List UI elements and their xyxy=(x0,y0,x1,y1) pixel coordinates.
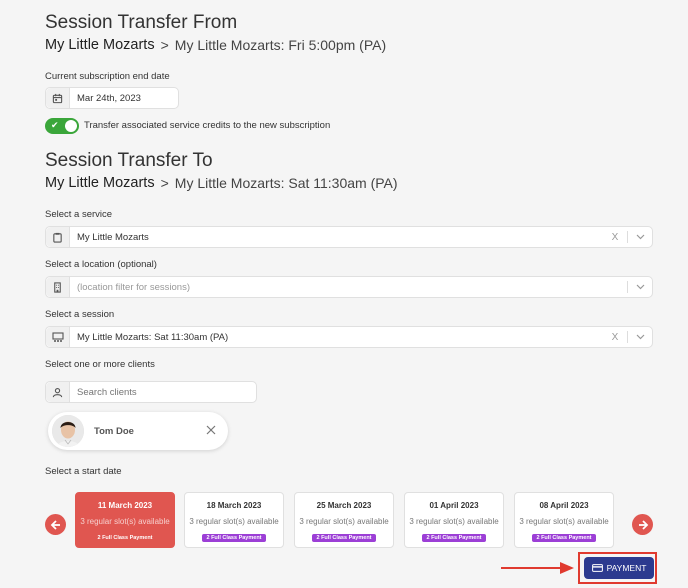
service-label: Select a service xyxy=(45,209,113,220)
chevron-down-icon[interactable] xyxy=(634,334,646,340)
payment-badge: 2 Full Class Payment xyxy=(97,535,153,541)
divider xyxy=(627,231,628,243)
from-session: My Little Mozarts: Fri 5:00pm (PA) xyxy=(174,37,387,53)
toggle-knob xyxy=(65,120,77,132)
to-session: My Little Mozarts: Sat 11:30am (PA) xyxy=(174,175,398,191)
client-name: Tom Doe xyxy=(94,425,134,437)
payment-badge: 2 Full Class Payment xyxy=(202,534,266,542)
date-card[interactable]: 08 April 2023 3 regular slot(s) availabl… xyxy=(514,492,614,548)
date-card-date: 08 April 2023 xyxy=(539,501,589,510)
end-date-value: Mar 24th, 2023 xyxy=(77,92,141,104)
date-card-availability: 3 regular slot(s) available xyxy=(80,517,170,526)
chevron-down-icon[interactable] xyxy=(634,234,646,240)
transfer-credits-toggle[interactable]: ✔ xyxy=(45,118,79,134)
payment-badge: 2 Full Class Payment xyxy=(422,534,486,542)
calendar-icon xyxy=(46,88,70,108)
payment-badge: 2 Full Class Payment xyxy=(532,534,596,542)
classroom-icon xyxy=(46,327,70,347)
check-icon: ✔ xyxy=(51,120,59,130)
end-date-label: Current subscription end date xyxy=(45,71,170,82)
client-chip: Tom Doe xyxy=(48,412,228,450)
date-card-date: 01 April 2023 xyxy=(429,501,479,510)
arrow-right-icon xyxy=(638,519,648,530)
credit-card-icon xyxy=(591,564,603,572)
arrow-left-icon xyxy=(50,519,60,530)
service-value: My Little Mozarts xyxy=(77,231,149,243)
client-search-field[interactable] xyxy=(45,381,257,403)
payment-badge: 2 Full Class Payment xyxy=(312,534,376,542)
divider xyxy=(627,281,628,293)
clipboard-icon xyxy=(46,227,70,247)
to-program: My Little Mozarts xyxy=(45,175,155,191)
to-separator: > xyxy=(160,175,169,191)
from-breadcrumb: My Little Mozarts > My Little Mozarts: F… xyxy=(45,37,386,53)
chevron-down-icon[interactable] xyxy=(634,284,646,290)
to-title: Session Transfer To xyxy=(45,150,213,171)
date-card-availability: 3 regular slot(s) available xyxy=(409,517,499,526)
from-program: My Little Mozarts xyxy=(45,37,155,53)
payment-button[interactable]: PAYMENT xyxy=(584,557,654,579)
payment-button-label: PAYMENT xyxy=(606,563,647,573)
date-card-availability: 3 regular slot(s) available xyxy=(189,517,279,526)
date-card-date: 11 March 2023 xyxy=(97,501,153,510)
client-search-input[interactable] xyxy=(70,386,240,398)
location-placeholder: (location filter for sessions) xyxy=(77,281,190,293)
close-icon[interactable] xyxy=(206,422,216,440)
date-card-availability: 3 regular slot(s) available xyxy=(519,517,609,526)
transfer-credits-label: Transfer associated service credits to t… xyxy=(84,120,331,131)
session-clear-icon[interactable]: X xyxy=(608,332,622,343)
date-card-date: 18 March 2023 xyxy=(206,501,262,510)
building-icon xyxy=(46,277,70,297)
date-card-availability: 3 regular slot(s) available xyxy=(299,517,389,526)
annotation-arrow xyxy=(501,562,574,574)
date-card[interactable]: 01 April 2023 3 regular slot(s) availabl… xyxy=(404,492,504,548)
from-separator: > xyxy=(160,37,169,53)
start-date-label: Select a start date xyxy=(45,466,122,477)
user-icon xyxy=(46,382,70,402)
avatar xyxy=(52,415,84,447)
date-card[interactable]: 18 March 2023 3 regular slot(s) availabl… xyxy=(184,492,284,548)
to-breadcrumb: My Little Mozarts > My Little Mozarts: S… xyxy=(45,175,398,191)
date-card[interactable]: 25 March 2023 3 regular slot(s) availabl… xyxy=(294,492,394,548)
location-label: Select a location (optional) xyxy=(45,259,157,270)
location-select[interactable]: (location filter for sessions) xyxy=(45,276,653,298)
date-card-date: 25 March 2023 xyxy=(316,501,372,510)
session-label: Select a session xyxy=(45,309,115,320)
session-select[interactable]: My Little Mozarts: Sat 11:30am (PA) X xyxy=(45,326,653,348)
clients-label: Select one or more clients xyxy=(45,359,155,370)
from-title: Session Transfer From xyxy=(45,12,238,33)
service-clear-icon[interactable]: X xyxy=(608,232,622,243)
next-dates-button[interactable] xyxy=(632,514,653,535)
prev-dates-button[interactable] xyxy=(45,514,66,535)
service-select[interactable]: My Little Mozarts X xyxy=(45,226,653,248)
session-value: My Little Mozarts: Sat 11:30am (PA) xyxy=(77,331,229,343)
date-card[interactable]: 11 March 2023 3 regular slot(s) availabl… xyxy=(75,492,175,548)
divider xyxy=(627,331,628,343)
end-date-field[interactable]: Mar 24th, 2023 xyxy=(45,87,179,109)
